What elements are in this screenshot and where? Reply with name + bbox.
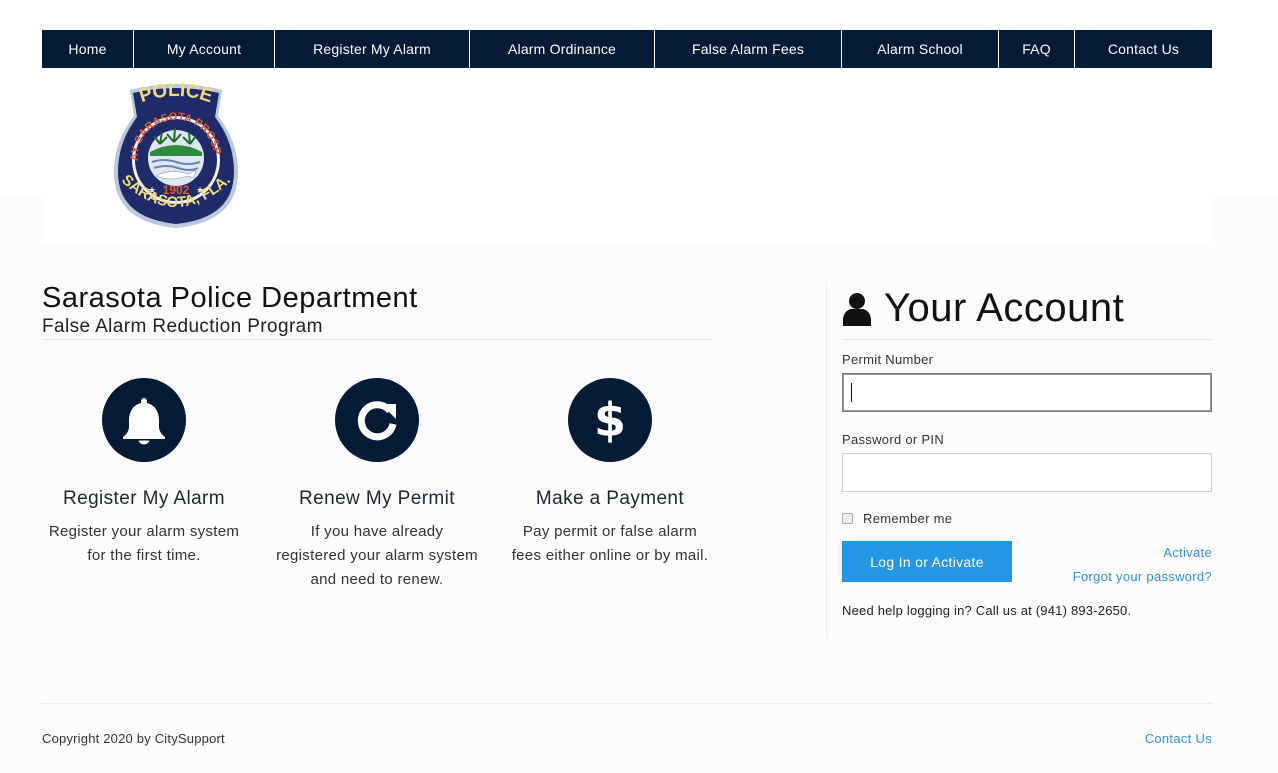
feature-renew-permit[interactable]: Renew My Permit If you have already regi… [275,378,479,592]
remember-me-label[interactable]: Remember me [863,511,952,526]
feature-make-payment[interactable]: $ Make a Payment Pay permit or false ala… [508,378,712,568]
account-heading: Your Account [842,286,1124,331]
remember-me-checkbox[interactable] [842,513,853,524]
page-subtitle: False Alarm Reduction Program [42,316,323,337]
password-label: Password or PIN [842,432,945,447]
help-text: Need help logging in? Call us at (941) 8… [842,603,1132,618]
dollar-icon[interactable]: $ [568,378,652,462]
page-title: Sarasota Police Department [42,282,418,314]
feature-title[interactable]: Register My Alarm [42,488,246,510]
main-nav: Home My Account Register My Alarm Alarm … [42,30,1212,68]
title-divider [42,339,712,340]
refresh-icon[interactable] [335,378,419,462]
login-button[interactable]: Log In or Activate [842,541,1012,582]
permit-number-label: Permit Number [842,352,934,367]
password-input[interactable] [842,453,1212,492]
police-badge-logo[interactable]: POLICE MAY SARASOTA PROSPER 1902 ★ ★ SAR… [108,82,244,228]
footer-divider [42,703,1212,704]
copyright-text: Copyright 2020 by CitySupport [42,731,225,746]
feature-title[interactable]: Make a Payment [508,488,712,510]
nav-item-alarm-ordinance[interactable]: Alarm Ordinance [470,30,655,68]
nav-item-alarm-school[interactable]: Alarm School [842,30,999,68]
nav-item-false-alarm-fees[interactable]: False Alarm Fees [655,30,842,68]
forgot-password-link[interactable]: Forgot your password? [1073,569,1212,584]
account-divider [842,339,1212,340]
activate-link[interactable]: Activate [1163,545,1212,560]
feature-description: Register your alarm system for the first… [48,523,240,564]
nav-item-faq[interactable]: FAQ [999,30,1075,68]
panel-divider [826,283,827,639]
nav-item-contact-us[interactable]: Contact Us [1075,30,1212,68]
feature-title[interactable]: Renew My Permit [275,488,479,510]
nav-item-my-account[interactable]: My Account [134,30,275,68]
footer-contact-link[interactable]: Contact Us [1145,731,1212,746]
nav-item-home[interactable]: Home [42,30,134,68]
nav-item-register-my-alarm[interactable]: Register My Alarm [275,30,470,68]
text-cursor [851,383,852,402]
remember-me[interactable]: Remember me [842,511,952,526]
bell-icon[interactable] [102,378,186,462]
feature-description: Pay permit or false alarm fees either on… [511,523,709,564]
feature-register-alarm[interactable]: Register My Alarm Register your alarm sy… [42,378,246,568]
user-icon [842,292,872,326]
feature-description: If you have already registered your alar… [276,523,478,588]
account-title: Your Account [884,286,1125,330]
permit-number-input[interactable] [842,373,1212,412]
